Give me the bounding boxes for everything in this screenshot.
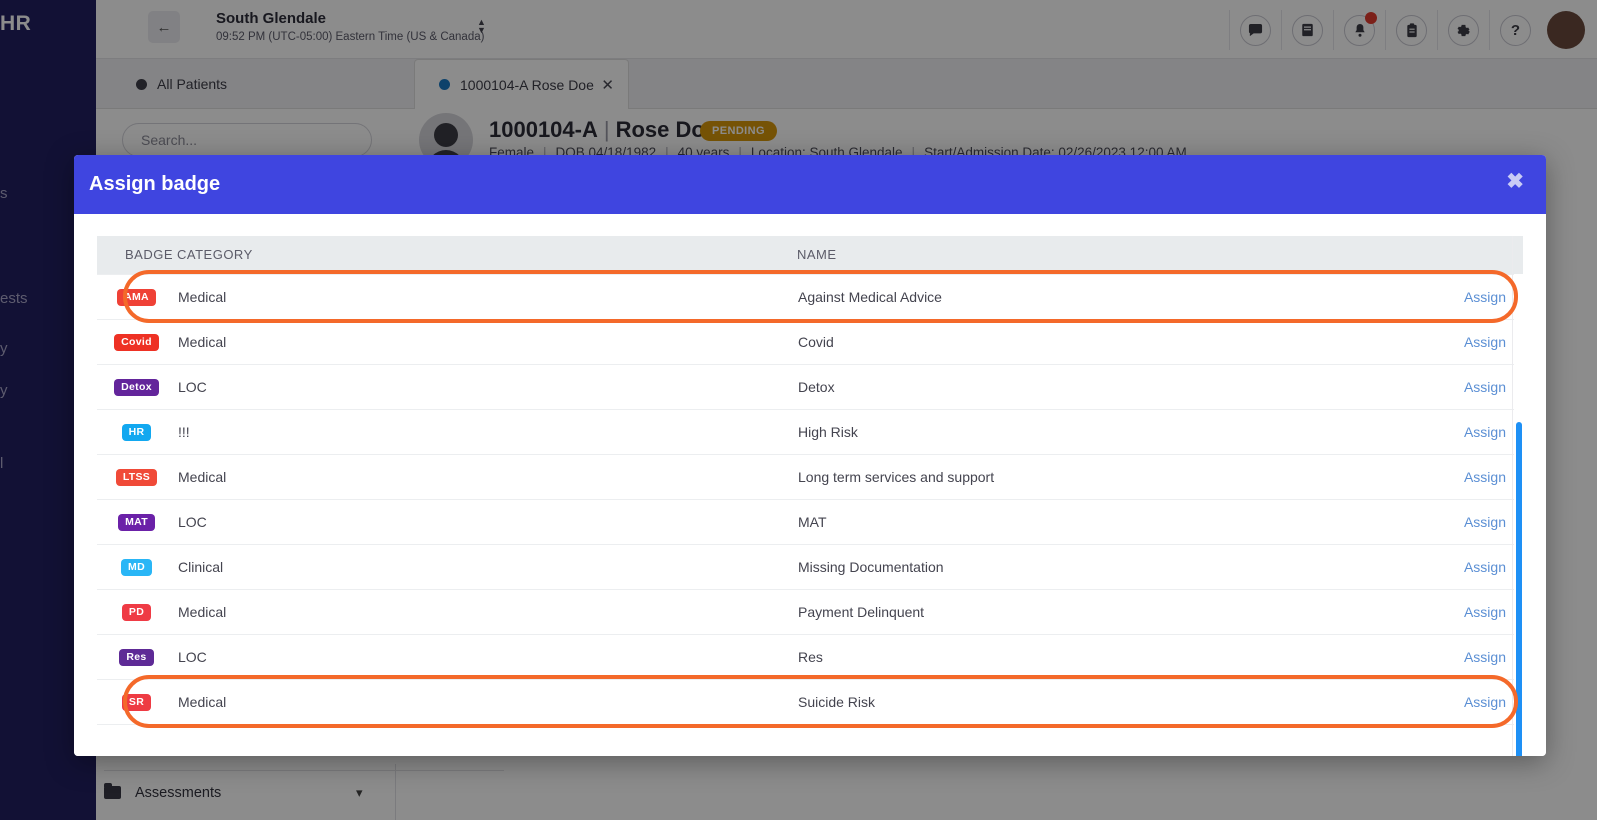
name-cell: Missing Documentation xyxy=(797,544,1397,590)
action-cell: Assign xyxy=(1397,679,1523,725)
assign-button[interactable]: Assign xyxy=(1398,649,1522,665)
badge-cell: HR xyxy=(97,409,177,455)
action-cell: Assign xyxy=(1397,364,1523,410)
column-header-action xyxy=(1397,236,1523,274)
screen-root: HR s ests y y l ← South Glendale 09:52 PM (U… xyxy=(0,0,1597,820)
table-row[interactable]: LTSS Medical Long term services and suppor… xyxy=(97,454,1523,500)
action-cell: Assign xyxy=(1397,319,1523,365)
name-cell: Payment Delinquent xyxy=(797,589,1397,635)
assign-button[interactable]: Assign xyxy=(1398,559,1522,575)
badge-cell: SR xyxy=(97,679,177,725)
badge-cell: PD xyxy=(97,589,177,635)
action-cell: Assign xyxy=(1397,454,1523,500)
table-header-row: BADGE CATEGORY NAME xyxy=(97,236,1523,274)
badge-cell: LTSS xyxy=(97,454,177,500)
badge-cell: Detox xyxy=(97,364,177,410)
category-cell: Medical xyxy=(177,589,797,635)
badge-table-body: AMA Medical Against Medical Advice Assign Co… xyxy=(97,273,1523,725)
category-cell: Medical xyxy=(177,454,797,500)
action-cell: Assign xyxy=(1397,409,1523,455)
action-cell: Assign xyxy=(1397,544,1523,590)
name-cell: Against Medical Advice xyxy=(797,273,1397,320)
badge-pill: Detox xyxy=(114,378,159,397)
assign-button[interactable]: Assign xyxy=(1398,469,1522,485)
badge-pill: PD xyxy=(121,603,152,622)
table-row[interactable]: AMA Medical Against Medical Advice Assign xyxy=(97,273,1523,320)
name-cell: Long term services and support xyxy=(797,454,1397,500)
name-cell: Covid xyxy=(797,319,1397,365)
badge-cell: MAT xyxy=(97,499,177,545)
table-row[interactable]: Covid Medical Covid Assign xyxy=(97,319,1523,365)
badge-cell: Covid xyxy=(97,319,177,365)
name-cell: MAT xyxy=(797,499,1397,545)
modal-title: Assign badge xyxy=(89,173,221,195)
name-cell: Detox xyxy=(797,364,1397,410)
table-row[interactable]: Detox LOC Detox Assign xyxy=(97,364,1523,410)
modal-header: Assign badge ✖ xyxy=(74,155,1546,214)
badge-pill: SR xyxy=(121,693,152,712)
column-header-name: NAME xyxy=(797,236,1397,274)
badge-cell: Res xyxy=(97,634,177,680)
action-cell: Assign xyxy=(1397,273,1523,320)
action-cell: Assign xyxy=(1397,589,1523,635)
category-cell: LOC xyxy=(177,499,797,545)
table-row[interactable]: PD Medical Payment Delinquent Assign xyxy=(97,589,1523,635)
badge-pill: AMA xyxy=(117,288,156,307)
modal-body: BADGE CATEGORY NAME AMA Medical Against Me… xyxy=(74,214,1546,756)
category-cell: Medical xyxy=(177,679,797,725)
badge-pill: LTSS xyxy=(115,468,158,487)
assign-button[interactable]: Assign xyxy=(1398,514,1522,530)
badge-table-wrapper: BADGE CATEGORY NAME AMA Medical Against Me… xyxy=(97,236,1523,756)
table-row[interactable]: Res LOC Res Assign xyxy=(97,634,1523,680)
badge-table-head: BADGE CATEGORY NAME xyxy=(97,236,1523,274)
badge-pill: MAT xyxy=(118,513,155,532)
assign-button[interactable]: Assign xyxy=(1398,379,1522,395)
action-cell: Assign xyxy=(1397,499,1523,545)
category-cell: Clinical xyxy=(177,544,797,590)
name-cell: Res xyxy=(797,634,1397,680)
table-right-border xyxy=(1512,236,1513,756)
scrollbar-thumb[interactable] xyxy=(1516,422,1522,756)
table-row[interactable]: MD Clinical Missing Documentation Assign xyxy=(97,544,1523,590)
badge-pill: MD xyxy=(121,558,152,577)
badge-table: BADGE CATEGORY NAME AMA Medical Against Me… xyxy=(97,236,1523,725)
badge-cell: MD xyxy=(97,544,177,590)
badge-pill: Covid xyxy=(114,333,159,352)
assign-button[interactable]: Assign xyxy=(1398,289,1522,305)
badge-pill: HR xyxy=(121,423,152,442)
category-cell: LOC xyxy=(177,634,797,680)
table-row[interactable]: MAT LOC MAT Assign xyxy=(97,499,1523,545)
assign-button[interactable]: Assign xyxy=(1398,424,1522,440)
assign-button[interactable]: Assign xyxy=(1398,694,1522,710)
name-cell: High Risk xyxy=(797,409,1397,455)
category-cell: !!! xyxy=(177,409,797,455)
column-header-badge: BADGE xyxy=(97,236,177,274)
badge-pill: Res xyxy=(119,648,154,667)
table-row[interactable]: HR!!! High Risk Assign xyxy=(97,409,1523,455)
category-cell: Medical xyxy=(177,319,797,365)
assign-badge-modal: Assign badge ✖ BADGE CATEGORY NAME AMA Me… xyxy=(74,155,1546,756)
column-header-category: CATEGORY xyxy=(177,236,797,274)
category-cell: Medical xyxy=(177,273,797,320)
action-cell: Assign xyxy=(1397,634,1523,680)
assign-button[interactable]: Assign xyxy=(1398,604,1522,620)
name-cell: Suicide Risk xyxy=(797,679,1397,725)
table-row[interactable]: SR Medical Suicide Risk Assign xyxy=(97,679,1523,725)
modal-table-scrollbar[interactable] xyxy=(1514,274,1523,756)
badge-cell: AMA xyxy=(97,273,177,320)
category-cell: LOC xyxy=(177,364,797,410)
close-icon[interactable]: ✖ xyxy=(1506,171,1524,192)
assign-button[interactable]: Assign xyxy=(1398,334,1522,350)
